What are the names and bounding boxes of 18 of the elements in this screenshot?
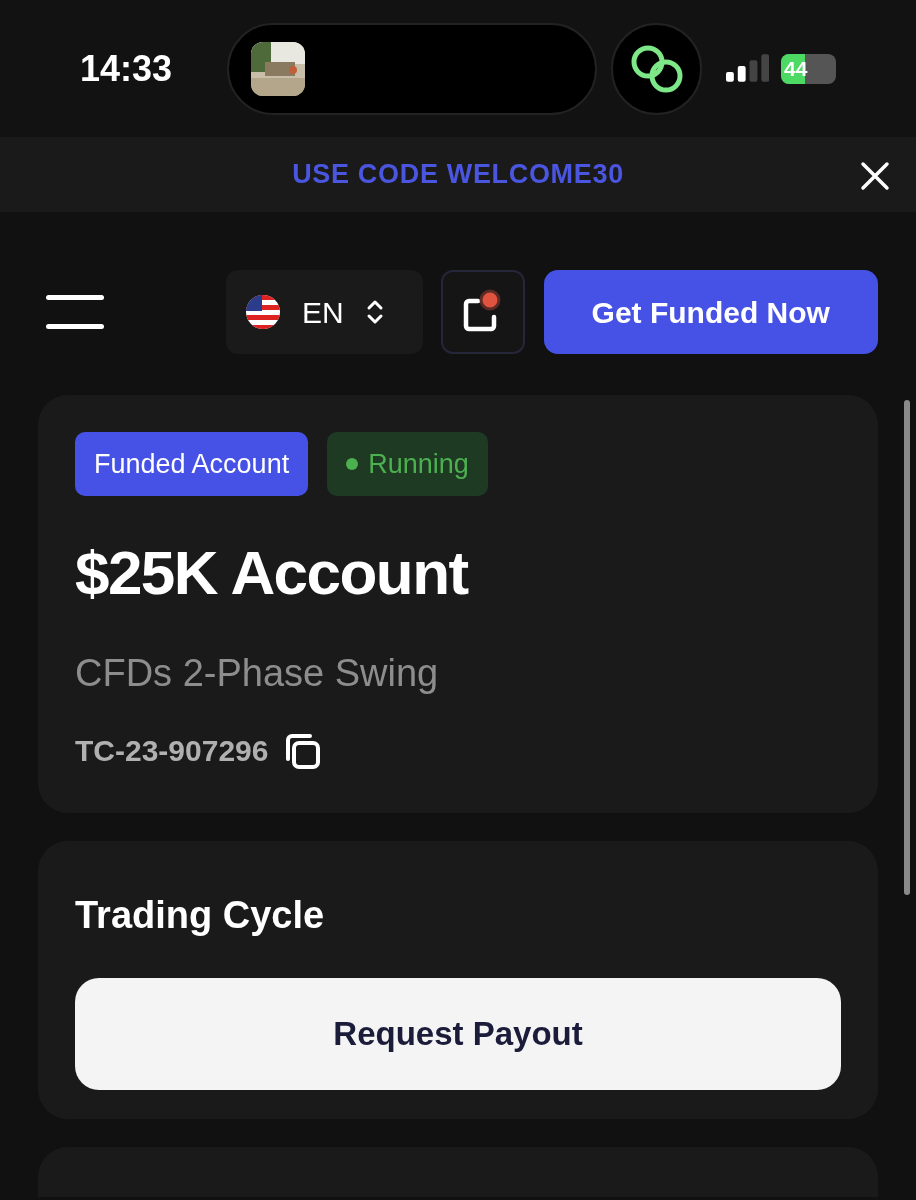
section-title: Trading Cycle [75,893,326,938]
account-plan: CFDs 2-Phase Swing [75,651,440,696]
close-button[interactable] [860,161,890,191]
get-funded-button[interactable]: Get Funded Now [543,270,878,354]
linked-rings-icon [629,43,684,94]
account-title: $25K Account [75,537,470,609]
promo-text: USE CODE WELCOME30 [292,158,624,192]
status-badge: Running [327,432,488,496]
language-selector[interactable]: EN [225,270,423,354]
notification-button[interactable] [440,270,525,354]
signal-icon [725,53,769,84]
chevron-up-down-icon [365,299,384,325]
account-type-badge: Funded Account [75,432,309,496]
menu-button[interactable] [46,295,104,329]
account-id: TC-23-907296 [75,733,269,769]
status-time: 14:33 [80,46,174,91]
request-payout-button[interactable]: Request Payout [75,978,841,1090]
us-flag-icon [245,295,280,329]
